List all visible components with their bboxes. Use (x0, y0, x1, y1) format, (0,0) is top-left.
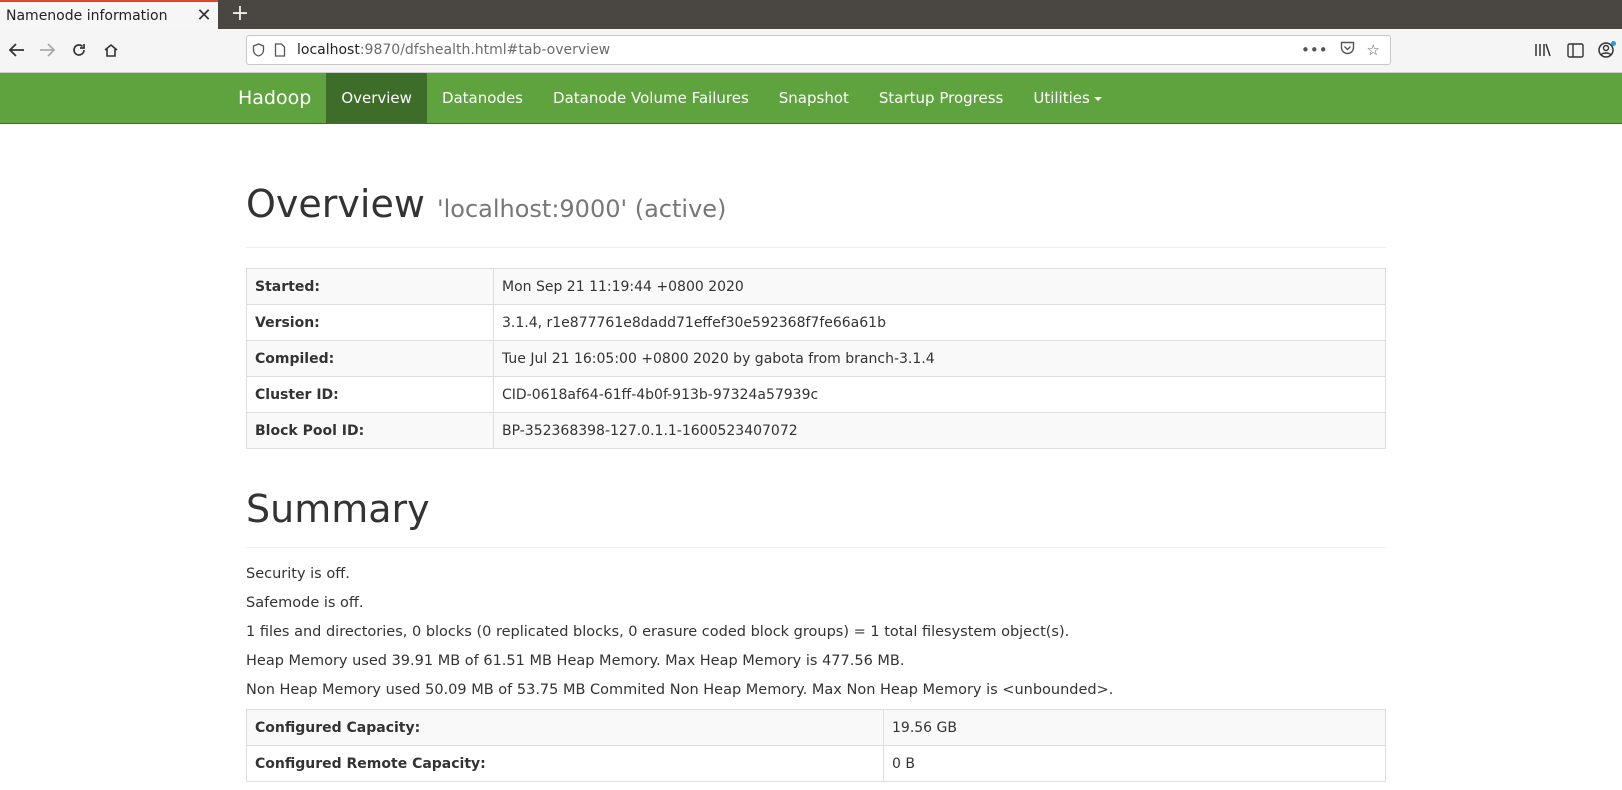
filesystem-objects: 1 files and directories, 0 blocks (0 rep… (246, 624, 1070, 640)
tab-datanode-volume-failures[interactable]: Datanode Volume Failures (538, 73, 764, 123)
back-icon[interactable] (2, 35, 32, 65)
home-icon[interactable] (96, 35, 126, 65)
account-icon[interactable] (1592, 35, 1622, 65)
library-icon[interactable] (1528, 35, 1558, 65)
row-key: Block Pool ID: (246, 412, 494, 449)
row-key: Configured Capacity: (246, 709, 884, 746)
summary-lines: Security is off. Safemode is off. 1 file… (246, 560, 1386, 705)
row-key: Compiled: (246, 340, 494, 377)
tab-utilities[interactable]: Utilities (1018, 73, 1116, 123)
utilities-label: Utilities (1033, 89, 1090, 107)
table-row: Started: Mon Sep 21 11:19:44 +0800 2020 (246, 268, 1386, 305)
table-row: Block Pool ID: BP-352368398-127.0.1.1-160… (246, 412, 1386, 449)
tab-datanodes[interactable]: Datanodes (427, 73, 538, 123)
reload-icon[interactable] (64, 35, 94, 65)
url-path: :9870/dfshealth.html#tab-overview (359, 42, 611, 58)
url-text[interactable]: localhost:9870/dfshealth.html#tab-overvi… (291, 42, 1301, 58)
overview-title: Overview (246, 182, 425, 226)
tab-title: Namenode information (6, 7, 168, 24)
row-key: Configured Remote Capacity: (246, 745, 884, 782)
table-row: Version: 3.1.4, r1e877761e8dadd71effef30e… (246, 304, 1386, 341)
table-row: Configured Remote Capacity: 0 B (246, 745, 1386, 782)
pocket-icon[interactable] (1340, 41, 1355, 59)
shield-icon[interactable] (247, 36, 269, 64)
bookmark-star-icon[interactable]: ☆ (1367, 41, 1380, 59)
row-key: Cluster ID: (246, 376, 494, 413)
tab-overview[interactable]: Overview (326, 73, 427, 123)
table-row: Compiled: Tue Jul 21 16:05:00 +0800 2020 … (246, 340, 1386, 377)
tab-snapshot[interactable]: Snapshot (764, 73, 864, 123)
row-value: BP-352368398-127.0.1.1-1600523407072 (493, 412, 1386, 449)
url-bar[interactable]: localhost:9870/dfshealth.html#tab-overvi… (246, 35, 1391, 65)
row-key: Version: (246, 304, 494, 341)
capacity-table: Configured Capacity: 19.56 GB Configured … (246, 709, 1386, 782)
close-tab-icon[interactable]: ✕ (190, 5, 218, 26)
non-heap-memory: Non Heap Memory used 50.09 MB of 53.75 M… (246, 682, 1114, 698)
security-status: Security is off. (246, 566, 350, 582)
caret-down-icon (1093, 96, 1102, 101)
table-row: Configured Capacity: 19.56 GB (246, 709, 1386, 746)
hadoop-navbar: Hadoop Overview Datanodes Datanode Volum… (0, 73, 1622, 124)
sidebar-icon[interactable] (1560, 35, 1590, 65)
row-value: 0 B (883, 745, 1386, 782)
row-value: Tue Jul 21 16:05:00 +0800 2020 by gabota… (493, 340, 1386, 377)
overview-header: Overview 'localhost:9000' (active) (246, 182, 1386, 248)
page-icon[interactable] (269, 36, 291, 64)
browser-tabstrip: Namenode information ✕ + (0, 0, 1622, 29)
more-icon[interactable]: ••• (1301, 41, 1328, 59)
table-row: Cluster ID: CID-0618af64-61ff-4b0f-913b-9… (246, 376, 1386, 413)
row-value: CID-0618af64-61ff-4b0f-913b-97324a57939c (493, 376, 1386, 413)
row-key: Started: (246, 268, 494, 305)
hadoop-brand[interactable]: Hadoop (238, 73, 326, 123)
row-value: 19.56 GB (883, 709, 1386, 746)
safemode-status: Safemode is off. (246, 595, 364, 611)
row-value: 3.1.4, r1e877761e8dadd71effef30e592368f7… (493, 304, 1386, 341)
overview-subtitle: 'localhost:9000' (active) (437, 195, 727, 223)
url-host: localhost (297, 42, 360, 58)
heap-memory: Heap Memory used 39.91 MB of 61.51 MB He… (246, 653, 905, 669)
browser-tab[interactable]: Namenode information ✕ (0, 0, 218, 29)
overview-table: Started: Mon Sep 21 11:19:44 +0800 2020 V… (246, 268, 1386, 449)
summary-title: Summary (246, 487, 1386, 548)
tab-startup-progress[interactable]: Startup Progress (864, 73, 1018, 123)
browser-toolbar: localhost:9870/dfshealth.html#tab-overvi… (0, 29, 1622, 73)
main-content: Overview 'localhost:9000' (active) Start… (246, 182, 1386, 782)
forward-icon[interactable] (32, 35, 62, 65)
new-tab-icon[interactable]: + (226, 0, 254, 29)
row-value: Mon Sep 21 11:19:44 +0800 2020 (493, 268, 1386, 305)
